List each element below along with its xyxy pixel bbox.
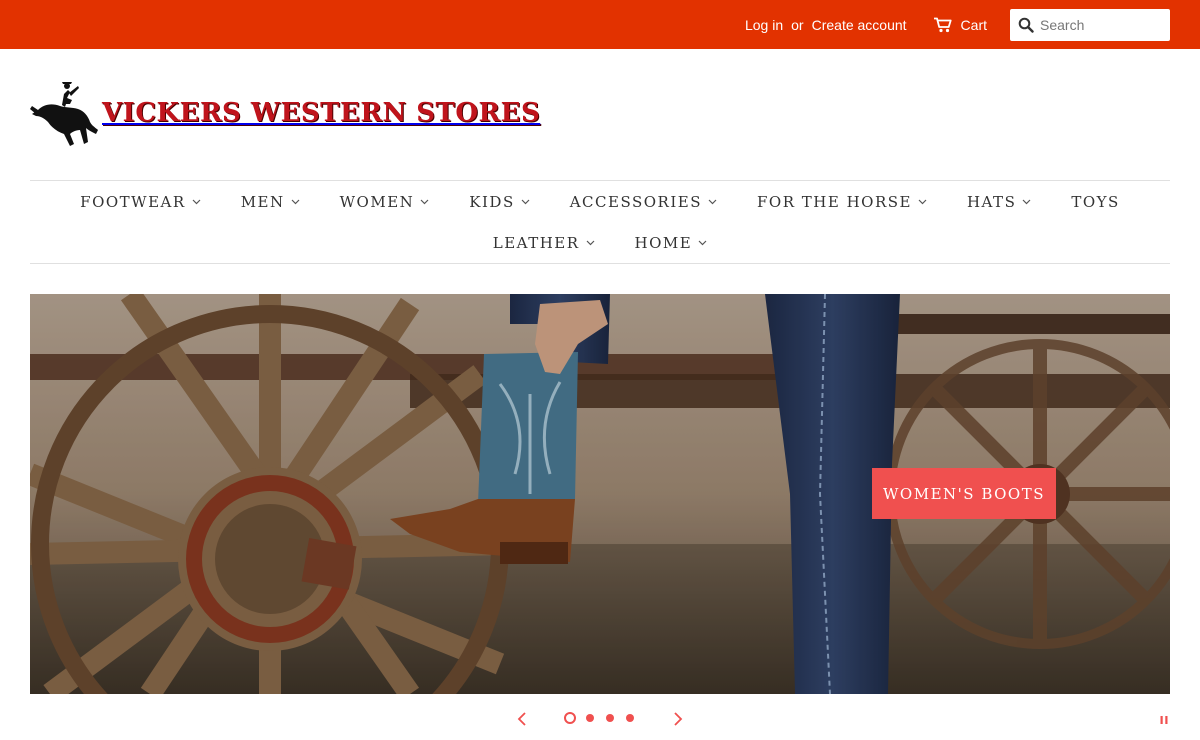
nav-item-label: WOMEN	[339, 193, 415, 211]
chevron-down-icon	[586, 240, 594, 246]
pause-icon[interactable]	[1159, 715, 1169, 725]
login-link[interactable]: Log in	[745, 17, 783, 33]
hero-slideshow: WOMEN'S BOOTS	[30, 294, 1170, 694]
or-text: or	[791, 16, 804, 33]
search-input[interactable]	[1040, 17, 1160, 33]
nav-item-hats[interactable]: HATS	[967, 193, 1031, 211]
slide-dot-2[interactable]	[586, 714, 594, 722]
slide-dot-1[interactable]	[564, 712, 576, 724]
nav-row-secondary: LEATHER HOME	[30, 234, 1170, 252]
chevron-down-icon	[291, 199, 300, 205]
chevron-down-icon	[1022, 199, 1031, 205]
cart-icon	[933, 17, 952, 32]
nav-item-label: HOME	[634, 234, 693, 252]
cart-label: Cart	[960, 16, 987, 33]
slide-dot-4[interactable]	[626, 714, 634, 722]
nav-item-women[interactable]: WOMEN	[340, 193, 430, 211]
nav-item-footwear[interactable]: FOOTWEAR	[80, 193, 201, 211]
chevron-down-icon	[192, 199, 201, 205]
top-bar: Log in or Create account Cart	[0, 0, 1200, 49]
chevron-down-icon	[420, 199, 429, 205]
nav-item-leather[interactable]: LEATHER	[493, 234, 595, 252]
chevron-left-icon[interactable]	[512, 709, 532, 729]
slide-dot-3[interactable]	[606, 714, 614, 722]
nav-item-label: LEATHER	[492, 234, 580, 252]
nav-item-label: ACCESSORIES	[569, 193, 702, 211]
store-logo[interactable]: VICKERS WESTERN STORES	[30, 78, 540, 148]
nav-item-home[interactable]: HOME	[635, 234, 708, 252]
nav-item-toys[interactable]: TOYS	[1071, 193, 1119, 211]
nav-item-label: FOR THE HORSE	[757, 193, 912, 211]
main-navigation: FOOTWEAR MEN WOMEN KIDS ACCESSORIES FOR …	[30, 180, 1170, 264]
slideshow-controls	[0, 705, 1200, 735]
nav-row-primary: FOOTWEAR MEN WOMEN KIDS ACCESSORIES FOR …	[30, 193, 1170, 211]
cart-link[interactable]: Cart	[933, 17, 987, 33]
chevron-down-icon	[918, 199, 927, 205]
store-name: VICKERS WESTERN STORES	[102, 98, 541, 128]
chevron-down-icon	[698, 240, 707, 246]
nav-item-men[interactable]: MEN	[241, 193, 300, 211]
create-account-link[interactable]: Create account	[812, 17, 907, 33]
nav-item-for-the-horse[interactable]: FOR THE HORSE	[757, 193, 927, 211]
nav-item-label: HATS	[966, 193, 1017, 211]
chevron-down-icon	[521, 199, 530, 205]
account-links: Log in or Create account Cart	[745, 0, 987, 49]
chevron-right-icon[interactable]	[668, 709, 688, 729]
nav-item-kids[interactable]: KIDS	[469, 193, 530, 211]
search-box[interactable]	[1010, 9, 1170, 41]
nav-item-label: TOYS	[1071, 193, 1120, 211]
chevron-down-icon	[708, 199, 717, 205]
nav-item-label: MEN	[240, 193, 285, 211]
nav-item-label: KIDS	[469, 193, 515, 211]
bucking-horse-rider-icon	[30, 82, 98, 146]
womens-boots-button[interactable]: WOMEN'S BOOTS	[872, 468, 1056, 519]
nav-item-accessories[interactable]: ACCESSORIES	[570, 193, 717, 211]
search-icon[interactable]	[1018, 17, 1034, 33]
nav-item-label: FOOTWEAR	[80, 193, 186, 211]
